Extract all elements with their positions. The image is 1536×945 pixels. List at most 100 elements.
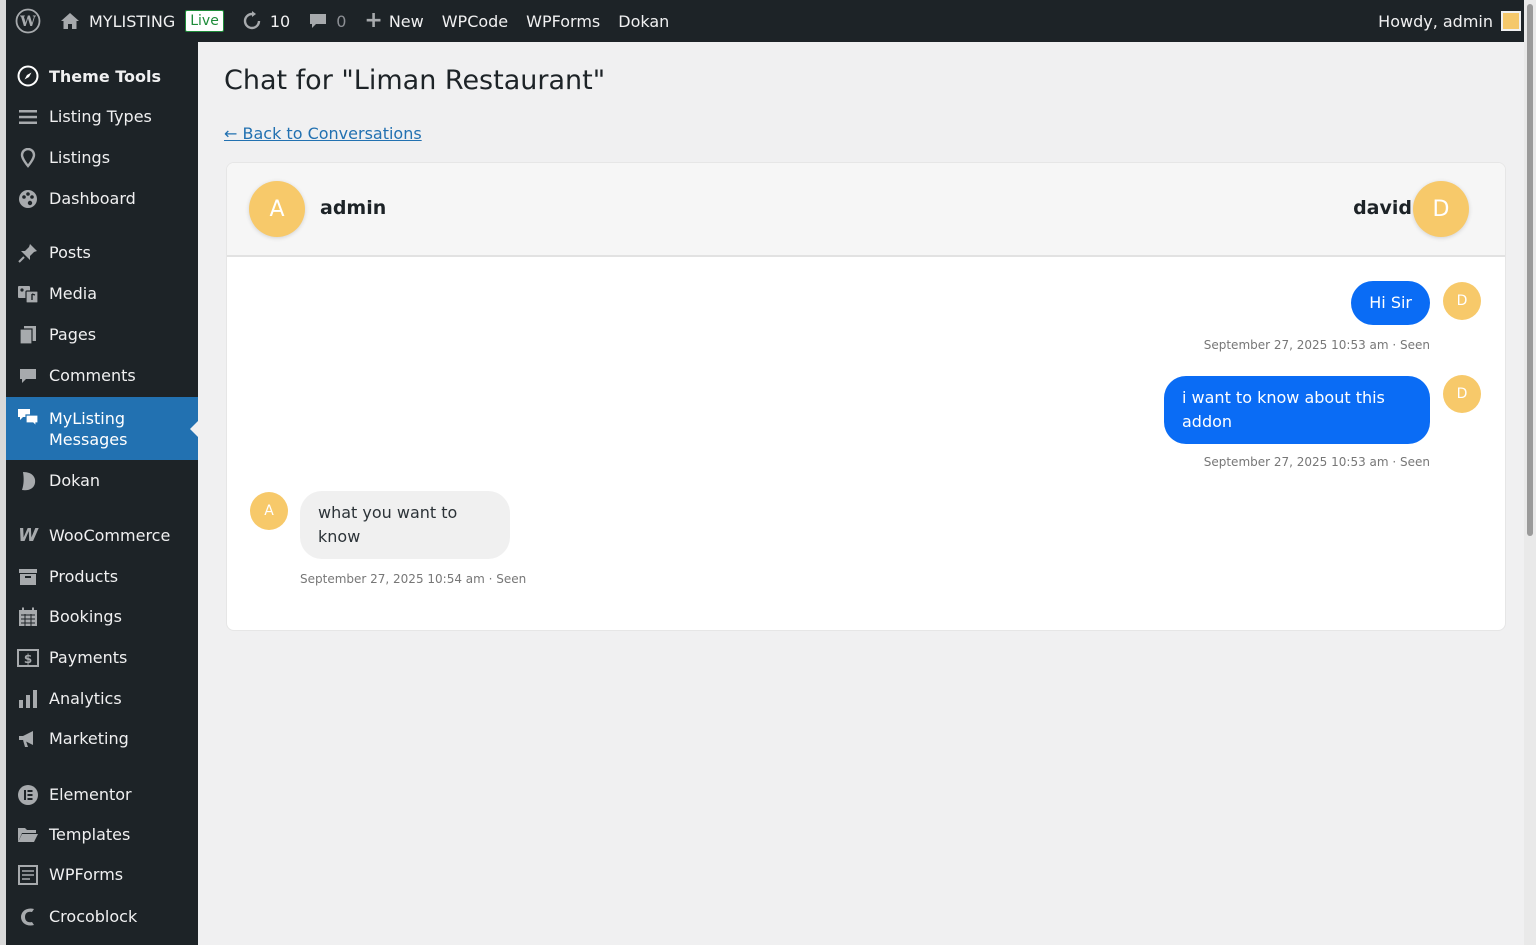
sidebar-item-theme-tools[interactable]: Theme Tools	[6, 56, 198, 96]
archive-box-icon	[17, 566, 39, 588]
sidebar-item-label: Comments	[49, 366, 136, 385]
sidebar-item-crocoblock[interactable]: Crocoblock	[6, 896, 198, 937]
bar-chart-icon	[17, 688, 39, 710]
megaphone-icon	[17, 728, 39, 750]
admin-sidebar: Theme Tools Listing Types Listings Dashb…	[6, 42, 198, 945]
sidebar-item-label: Bookings	[49, 607, 122, 626]
new-label: New	[388, 11, 424, 31]
sidebar-item-mylisting-messages[interactable]: MyListing Messages	[6, 397, 198, 460]
admin-bar: W MYLISTING Live 10 0 + New WPCode WPFor…	[6, 0, 1524, 42]
chat-header: A admin david D	[227, 163, 1505, 257]
sidebar-item-label: Dashboard	[49, 189, 136, 208]
sidebar-item-label: Analytics	[49, 689, 122, 708]
sidebar-item-comments[interactable]: Comments	[6, 355, 198, 396]
dollar-icon: $	[17, 647, 39, 669]
sidebar-item-label: Listings	[49, 148, 111, 167]
wpcode-link[interactable]: WPCode	[433, 0, 517, 42]
sidebar-item-listing-types[interactable]: Listing Types	[6, 96, 198, 137]
my-account-menu[interactable]: Howdy, admin	[1378, 11, 1524, 31]
dokan-icon	[17, 470, 39, 492]
participant-name-david: david	[1353, 197, 1412, 219]
sidebar-item-label: Posts	[49, 243, 91, 262]
sidebar-item-label: WooCommerce	[49, 526, 171, 545]
sidebar-item-wpforms[interactable]: WPForms	[6, 854, 198, 895]
message-meta: September 27, 2025 10:53 am · Seen	[1203, 455, 1430, 469]
crocoblock-icon	[17, 906, 39, 928]
woocommerce-icon: W	[18, 525, 38, 546]
sidebar-item-posts[interactable]: Posts	[6, 232, 198, 273]
message-meta: September 27, 2025 10:53 am · Seen	[1203, 338, 1430, 352]
scrollbar[interactable]	[1524, 0, 1536, 945]
site-name-link[interactable]: MYLISTING Live	[48, 0, 233, 42]
svg-text:W: W	[19, 14, 36, 30]
avatar: D	[1413, 181, 1469, 237]
sidebar-item-dokan[interactable]: Dokan	[6, 460, 198, 501]
sidebar-item-templates[interactable]: Templates	[6, 814, 198, 855]
message-meta: September 27, 2025 10:54 am · Seen	[300, 572, 527, 586]
sidebar-item-label: Products	[49, 567, 119, 586]
window-frame-left	[0, 0, 6, 945]
sidebar-item-label: Theme Tools	[49, 66, 162, 86]
sidebar-item-analytics[interactable]: Analytics	[6, 678, 198, 719]
live-badge: Live	[185, 10, 224, 32]
form-icon	[17, 864, 39, 886]
message-bubble: Hi Sir	[1351, 281, 1430, 325]
sidebar-item-bookings[interactable]: Bookings	[6, 596, 198, 637]
compass-icon	[17, 65, 39, 87]
comment-icon	[310, 14, 327, 28]
wordpress-logo-button[interactable]: W	[8, 0, 48, 42]
greeting: Howdy, admin	[1378, 11, 1493, 31]
updates-count: 10	[269, 11, 291, 31]
scrollbar-thumb[interactable]	[1527, 4, 1533, 536]
updates-icon	[243, 11, 261, 30]
media-icon	[17, 283, 39, 305]
site-name: MYLISTING	[89, 11, 176, 31]
sidebar-item-products[interactable]: Products	[6, 556, 198, 597]
sidebar-item-label: Payments	[49, 648, 128, 667]
chat-panel: A admin david D Hi Sir D September 27, 2…	[226, 162, 1506, 631]
message-bubble: i want to know about this addon	[1164, 376, 1430, 444]
comment-icon	[17, 365, 39, 387]
dokan-link[interactable]: Dokan	[609, 0, 678, 42]
sidebar-item-label: Pages	[49, 325, 97, 344]
chat-bubbles-icon	[17, 406, 39, 428]
main-content: Chat for "Liman Restaurant" ← Back to Co…	[198, 42, 1524, 945]
participant-name-admin: admin	[320, 197, 387, 219]
sidebar-item-label: Dokan	[49, 471, 101, 490]
updates-link[interactable]: 10	[233, 0, 299, 42]
sidebar-item-woocommerce[interactable]: W WooCommerce	[6, 515, 198, 556]
comments-count: 0	[336, 11, 347, 31]
avatar: D	[1443, 375, 1481, 413]
calendar-icon	[17, 606, 39, 628]
list-icon	[17, 106, 39, 128]
sidebar-item-dashboard[interactable]: Dashboard	[6, 178, 198, 219]
sidebar-item-label: Listing Types	[49, 107, 152, 126]
comments-link[interactable]: 0	[299, 0, 355, 42]
sidebar-item-pages[interactable]: Pages	[6, 314, 198, 355]
sidebar-item-label: MyListing Messages	[49, 408, 128, 449]
message-bubble: what you want to know	[300, 491, 510, 559]
pages-icon	[17, 324, 39, 346]
sidebar-item-elementor[interactable]: Elementor	[6, 774, 198, 815]
page-title: Chat for "Liman Restaurant"	[224, 65, 606, 96]
new-content-link[interactable]: + New	[355, 0, 432, 42]
location-pin-icon	[17, 147, 39, 169]
sidebar-item-marketing[interactable]: Marketing	[6, 718, 198, 759]
sidebar-item-label: Marketing	[49, 729, 129, 748]
elementor-icon	[17, 784, 39, 806]
wpforms-link[interactable]: WPForms	[517, 0, 609, 42]
avatar: A	[249, 181, 305, 237]
palette-icon	[17, 188, 39, 210]
sidebar-item-payments[interactable]: $ Payments	[6, 637, 198, 678]
sidebar-item-label: Templates	[49, 825, 131, 844]
sidebar-item-label: Elementor	[49, 785, 132, 804]
avatar	[1501, 11, 1521, 31]
home-icon	[61, 13, 79, 29]
folder-icon	[17, 824, 39, 846]
svg-text:$: $	[24, 652, 32, 666]
avatar: D	[1443, 282, 1481, 320]
back-to-conversations-link[interactable]: ← Back to Conversations	[224, 124, 422, 143]
sidebar-item-listings[interactable]: Listings	[6, 137, 198, 178]
plus-icon: +	[364, 8, 383, 33]
sidebar-item-media[interactable]: Media	[6, 273, 198, 314]
